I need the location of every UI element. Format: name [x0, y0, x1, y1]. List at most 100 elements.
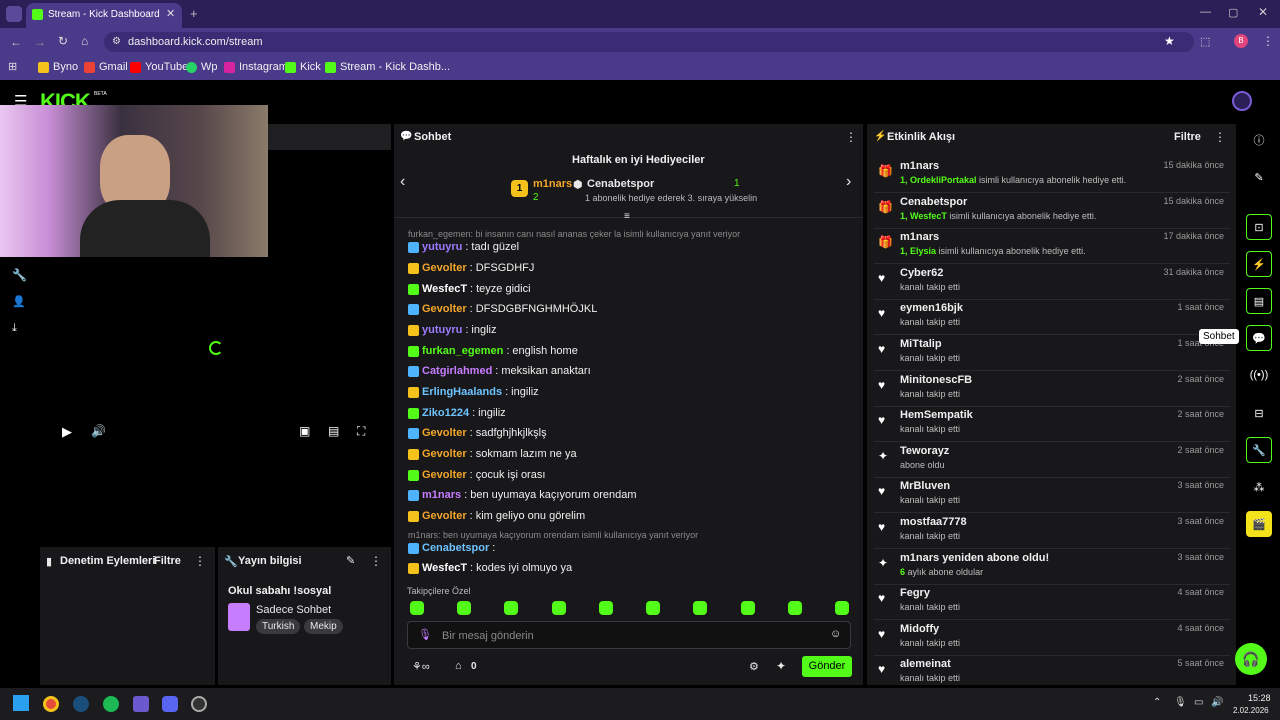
emote-icon[interactable] [693, 601, 707, 615]
chat-username[interactable]: ErlingHaalands [422, 386, 502, 398]
volume-icon[interactable]: 🔊 [91, 424, 106, 438]
site-info-icon[interactable]: ⚙ [112, 36, 121, 47]
chat-username[interactable]: Gevolter [422, 510, 467, 522]
browser-menu-icon[interactable]: ⋮ [1262, 34, 1274, 48]
users-icon[interactable]: 👤 [12, 295, 26, 308]
event-item[interactable]: ♥ eymen16bjk kanalı takip etti 1 saat önce [874, 299, 1230, 336]
wrench-icon[interactable]: 🔧 [12, 268, 27, 282]
bookmark-wp[interactable]: Wp [186, 61, 218, 73]
chat-username[interactable]: Ziko1224 [422, 407, 469, 419]
bookmark-kick[interactable]: Kick [285, 61, 321, 73]
maximize-icon[interactable]: ▢ [1228, 6, 1238, 19]
event-item[interactable]: ✦ Teworayz abone oldu 2 saat önce [874, 442, 1230, 478]
play-icon[interactable]: ▶ [62, 424, 72, 440]
store-icon[interactable]: ⌂ [455, 660, 462, 672]
event-filter-button[interactable]: Filtre [1174, 131, 1201, 143]
download-icon[interactable]: ⤓ [12, 322, 17, 335]
event-item[interactable]: ♥ Cyber62 kanalı takip etti 31 dakika önce [874, 264, 1230, 300]
mod-filter-button[interactable]: Filtre [154, 555, 181, 567]
layout-icon[interactable]: ⊟ [1246, 400, 1272, 426]
bookmark-gmail[interactable]: Gmail [84, 61, 128, 73]
spotify-icon[interactable] [103, 696, 119, 712]
broadcast-icon[interactable]: ((•)) [1246, 362, 1272, 388]
prev-gifter-icon[interactable]: ‹ [400, 173, 405, 191]
url-field[interactable]: ⚙ dashboard.kick.com/stream ★ [104, 32, 1194, 52]
apps-grid-icon[interactable]: ⊞ [8, 60, 17, 73]
chat-username[interactable]: WesfecT [422, 562, 467, 574]
edit-icon[interactable]: ✎ [1246, 164, 1272, 190]
pip-icon[interactable]: ▣ [299, 424, 310, 438]
event-item[interactable]: 🎁 m1nars 1, OrdekliPortakal isimli kullanı… [874, 157, 1230, 193]
profile-avatar[interactable]: B [1234, 34, 1248, 48]
chat-username[interactable]: yutuyru [422, 241, 462, 253]
new-tab-icon[interactable]: + [190, 6, 198, 21]
chat-username[interactable]: WesfecT [422, 283, 467, 295]
emote-icon[interactable] [410, 601, 424, 615]
mic-tray-icon[interactable]: 🎙 [1174, 697, 1187, 708]
theater-mode-icon[interactable]: ▤ [328, 424, 339, 438]
event-item[interactable]: ♥MiTtalipkanalı takip etti1 saat önce [874, 335, 1230, 371]
document-icon[interactable]: ▤ [1246, 288, 1272, 314]
chat-username[interactable]: Gevolter [422, 448, 467, 460]
bookmark-star-icon[interactable]: ★ [1164, 34, 1175, 48]
event-item[interactable]: 🎁 m1nars 1, Elysia isimli kullanıcıya abon… [874, 228, 1230, 265]
discord-icon[interactable] [162, 696, 178, 712]
chat-username[interactable]: furkan_egemen [422, 345, 503, 357]
chrome-icon[interactable] [43, 696, 59, 712]
emote-icon[interactable] [599, 601, 613, 615]
windows-start-icon[interactable] [13, 695, 29, 711]
pinned-icon[interactable]: ≡ [624, 211, 630, 222]
emoji-icon[interactable]: ☺ [830, 628, 841, 640]
back-icon[interactable]: ← [10, 35, 22, 49]
gifter2-name[interactable]: Cenabetspor [587, 178, 654, 190]
chat-username[interactable]: Gevolter [422, 262, 467, 274]
bookmark-byno[interactable]: Byno [38, 61, 78, 73]
user-avatar[interactable] [1232, 91, 1252, 111]
scan-icon[interactable]: ⊡ [1246, 214, 1272, 240]
app-icon[interactable] [191, 696, 207, 712]
nodes-icon[interactable]: ⁂ [1246, 474, 1272, 500]
emote-icon[interactable] [835, 601, 849, 615]
chat-username[interactable]: Catgirlahmed [422, 365, 492, 377]
event-item[interactable]: ♥ alemeinat kanalı takip etti 5 saat önce [874, 655, 1230, 692]
event-item[interactable]: 🎁 Cenabetspor 1, WesfecT isimli kullanıcıy… [874, 193, 1230, 229]
chat-toggle-icon[interactable]: 💬 [1246, 325, 1272, 351]
stream-info-more-icon[interactable]: ⋮ [370, 554, 382, 568]
event-item[interactable]: ♥ HemSempatik kanalı takip etti 2 saat önce [874, 406, 1230, 443]
emote-icon[interactable] [552, 601, 566, 615]
tab-close-icon[interactable]: ✕ [166, 7, 175, 20]
event-item[interactable]: ♥ MrBluven kanalı takip etti 3 saat önce [874, 477, 1230, 514]
clip-icon[interactable]: 🎬 [1246, 511, 1272, 537]
reload-icon[interactable]: ↻ [58, 34, 68, 48]
bookmark-instagram[interactable]: Instagram [224, 61, 288, 73]
chat-username[interactable]: yutuyru [422, 324, 462, 336]
tab-search-button[interactable] [6, 6, 22, 22]
chat-username[interactable]: Gevolter [422, 427, 467, 439]
chat-more-icon[interactable]: ⋮ [845, 130, 857, 144]
wrench-tool-icon[interactable]: 🔧 [1246, 437, 1272, 463]
chat-username[interactable]: Gevolter [422, 469, 467, 481]
mod-more-icon[interactable]: ⋮ [194, 554, 206, 568]
tray-chevron-icon[interactable]: ⌃ [1153, 697, 1161, 708]
home-icon[interactable]: ⌂ [81, 34, 88, 48]
bookmark-stream-dashboard[interactable]: Stream - Kick Dashb... [325, 61, 450, 73]
gifter1-name[interactable]: m1nars [533, 178, 572, 190]
next-gifter-icon[interactable]: › [846, 173, 851, 191]
emote-icon[interactable] [457, 601, 471, 615]
chat-username[interactable]: Gevolter [422, 303, 467, 315]
steam-icon[interactable] [73, 696, 89, 712]
points-icon[interactable]: ⚘∞ [412, 660, 430, 673]
close-window-icon[interactable]: ✕ [1258, 5, 1268, 19]
network-icon[interactable]: ▭ [1194, 697, 1203, 708]
edit-pencil-icon[interactable]: ✎ [346, 554, 355, 567]
mic-icon[interactable]: 🎙 [418, 628, 432, 641]
emote-icon[interactable] [741, 601, 755, 615]
extensions-icon[interactable]: ⬚ [1200, 35, 1210, 48]
chat-username[interactable]: m1nars [422, 489, 461, 501]
emote-icon[interactable] [788, 601, 802, 615]
bookmark-youtube[interactable]: YouTube [130, 61, 188, 73]
event-item[interactable]: ♥ Fegry kanalı takip etti 4 saat önce [874, 584, 1230, 621]
vs-icon[interactable] [133, 696, 149, 712]
browser-tab[interactable]: Stream - Kick Dashboard ✕ [26, 3, 182, 28]
event-item[interactable]: ♥ MinitonescFB kanalı takip etti 2 saat önc… [874, 371, 1230, 407]
